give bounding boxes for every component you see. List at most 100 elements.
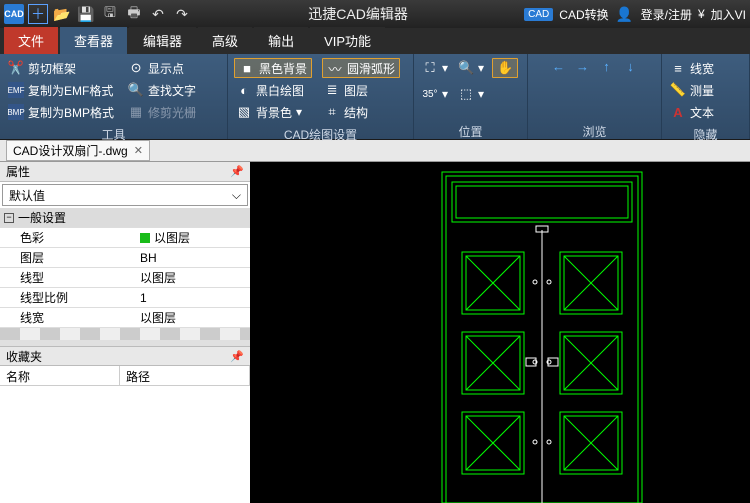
rotate-button[interactable]: 35°▾ xyxy=(420,84,450,104)
property-grid: −一般设置 色彩以图层 图层BH 线型以图层 线型比例1 线宽以图层 xyxy=(0,208,250,328)
favorites-header: 收藏夹 📌 xyxy=(0,346,250,366)
login-button[interactable]: 登录/注册 xyxy=(641,6,692,23)
document-tab[interactable]: CAD设计双扇门-.dwg ✕ xyxy=(6,140,150,161)
close-tab-icon[interactable]: ✕ xyxy=(134,144,143,157)
layers-button[interactable]: ≣图层 xyxy=(322,80,400,100)
nav-down-icon[interactable]: ↓ xyxy=(623,58,639,74)
redo-icon[interactable]: ↷ xyxy=(172,4,192,24)
saveas-icon[interactable]: 🖫 xyxy=(100,4,120,24)
title-bar: CAD ＋ 📂 💾 🖫 🖶 ↶ ↷ 迅捷CAD编辑器 CAD CAD转换 👤 登… xyxy=(0,0,750,28)
collapse-icon[interactable]: − xyxy=(4,213,14,223)
prop-row-linetype[interactable]: 线型以图层 xyxy=(0,268,250,288)
fit-button[interactable]: ⛶▾ xyxy=(420,58,450,78)
pin-icon[interactable]: 📌 xyxy=(230,165,244,178)
tab-viewer[interactable]: 查看器 xyxy=(60,27,127,54)
prop-section[interactable]: −一般设置 xyxy=(0,208,250,228)
ribbon-tabs: 文件 查看器 编辑器 高级 输出 VIP功能 xyxy=(0,28,750,54)
app-icon: CAD xyxy=(4,4,24,24)
cad-convert-button[interactable]: CAD转换 xyxy=(559,6,608,23)
pan-button[interactable]: ✋ xyxy=(492,58,518,78)
prop-row-color[interactable]: 色彩以图层 xyxy=(0,228,250,248)
tab-vip[interactable]: VIP功能 xyxy=(310,27,385,54)
ribbon-group-browse: ← → ↑ ↓ 浏览 xyxy=(528,54,662,139)
join-vip-button[interactable]: 加入VI xyxy=(711,6,746,23)
bw-draw-button[interactable]: ◐黑白绘图 xyxy=(234,80,312,100)
group-browse-label: 浏览 xyxy=(528,123,661,139)
group-hide-label: 隐藏 xyxy=(662,126,749,142)
print-icon[interactable]: 🖶 xyxy=(124,4,144,24)
crop-icon: ✂️ xyxy=(8,60,24,76)
ribbon-group-hide: ≡线宽 📏测量 A文本 隐藏 xyxy=(662,54,750,139)
chevron-down-icon: ⌵ xyxy=(232,188,241,203)
layers-icon: ≣ xyxy=(324,82,340,98)
view3d-button[interactable]: ⬚▾ xyxy=(456,84,486,104)
properties-title: 属性 xyxy=(6,163,30,180)
tab-advanced[interactable]: 高级 xyxy=(198,27,252,54)
cad-badge: CAD xyxy=(524,8,553,21)
default-select[interactable]: 默认值 ⌵ xyxy=(2,184,248,206)
bmp-icon: BMP xyxy=(8,104,24,120)
structure-button[interactable]: ⌗结构 xyxy=(322,102,400,122)
trim-icon: ▦ xyxy=(128,104,144,120)
titlebar-right: CAD CAD转换 👤 登录/注册 ¥ 加入VI xyxy=(524,4,746,24)
bw-icon: ◐ xyxy=(236,82,252,98)
cad-drawing xyxy=(252,162,750,503)
measure-button[interactable]: 📏测量 xyxy=(668,80,716,100)
fit-icon: ⛶ xyxy=(422,60,438,76)
text-button[interactable]: A文本 xyxy=(668,102,716,122)
lineweight-button[interactable]: ≡线宽 xyxy=(668,58,716,78)
bg-color-button[interactable]: ▧背景色▾ xyxy=(234,102,312,122)
copy-bmp-button[interactable]: BMP复制为BMP格式 xyxy=(6,102,116,122)
cube-icon: ⬚ xyxy=(458,86,474,102)
tab-output[interactable]: 输出 xyxy=(254,27,308,54)
hand-icon: ✋ xyxy=(497,60,513,76)
group-cad-label: CAD绘图设置 xyxy=(228,126,413,142)
open-icon[interactable]: 📂 xyxy=(52,4,72,24)
ribbon: ✂️剪切框架 EMF复制为EMF格式 BMP复制为BMP格式 ⊙显示点 🔍查找文… xyxy=(0,54,750,140)
emf-icon: EMF xyxy=(8,82,24,98)
pin-icon-fav[interactable]: 📌 xyxy=(230,350,244,363)
text-icon: A xyxy=(670,104,686,120)
arc-icon: 〰 xyxy=(327,60,343,76)
show-points-button[interactable]: ⊙显示点 xyxy=(126,58,198,78)
structure-icon: ⌗ xyxy=(324,104,340,120)
properties-panel: 属性 📌 默认值 ⌵ −一般设置 色彩以图层 图层BH 线型以图层 线型比例1 … xyxy=(0,162,252,503)
copy-emf-button[interactable]: EMF复制为EMF格式 xyxy=(6,80,116,100)
blackbg-icon: ■ xyxy=(239,60,255,76)
save-icon[interactable]: 💾 xyxy=(76,4,96,24)
prop-row-ltscale[interactable]: 线型比例1 xyxy=(0,288,250,308)
nav-left-icon[interactable]: ← xyxy=(551,58,567,74)
smooth-arc-button[interactable]: 〰圆滑弧形 xyxy=(322,58,400,78)
undo-icon[interactable]: ↶ xyxy=(148,4,168,24)
find-text-button[interactable]: 🔍查找文字 xyxy=(126,80,198,100)
document-tabs: CAD设计双扇门-.dwg ✕ xyxy=(0,140,750,162)
trim-raster-button[interactable]: ▦修剪光栅 xyxy=(126,102,198,122)
prop-row-layer[interactable]: 图层BH xyxy=(0,248,250,268)
scroll-hint xyxy=(0,328,250,340)
fav-col-path[interactable]: 路径 xyxy=(120,366,250,385)
bgcolor-icon: ▧ xyxy=(236,104,252,120)
nav-up-icon[interactable]: ↑ xyxy=(599,58,615,74)
tab-file[interactable]: 文件 xyxy=(4,27,58,54)
drawing-canvas[interactable] xyxy=(252,162,750,503)
user-icon: 👤 xyxy=(615,4,635,24)
ribbon-group-tools: ✂️剪切框架 EMF复制为EMF格式 BMP复制为BMP格式 ⊙显示点 🔍查找文… xyxy=(0,54,228,139)
default-select-label: 默认值 xyxy=(9,187,45,204)
zoom-button[interactable]: 🔍▾ xyxy=(456,58,486,78)
crop-frame-button[interactable]: ✂️剪切框架 xyxy=(6,58,116,78)
main-area: 属性 📌 默认值 ⌵ −一般设置 色彩以图层 图层BH 线型以图层 线型比例1 … xyxy=(0,162,750,503)
nav-right-icon[interactable]: → xyxy=(575,58,591,74)
tab-editor[interactable]: 编辑器 xyxy=(129,27,196,54)
prop-row-lineweight[interactable]: 线宽以图层 xyxy=(0,308,250,328)
ribbon-group-position: ⛶▾ 🔍▾ ✋ 35°▾ ⬚▾ 位置 xyxy=(414,54,528,139)
black-bg-button[interactable]: ■黑色背景 xyxy=(234,58,312,78)
zoom-icon: 🔍 xyxy=(458,60,474,76)
fav-col-name[interactable]: 名称 xyxy=(0,366,120,385)
point-icon: ⊙ xyxy=(128,60,144,76)
new-icon[interactable]: ＋ xyxy=(28,4,48,24)
lineweight-icon: ≡ xyxy=(670,60,686,76)
yen-icon: ¥ xyxy=(698,7,705,21)
search-icon: 🔍 xyxy=(128,82,144,98)
group-position-label: 位置 xyxy=(414,123,527,139)
favorites-grid: 名称 路径 xyxy=(0,366,250,503)
